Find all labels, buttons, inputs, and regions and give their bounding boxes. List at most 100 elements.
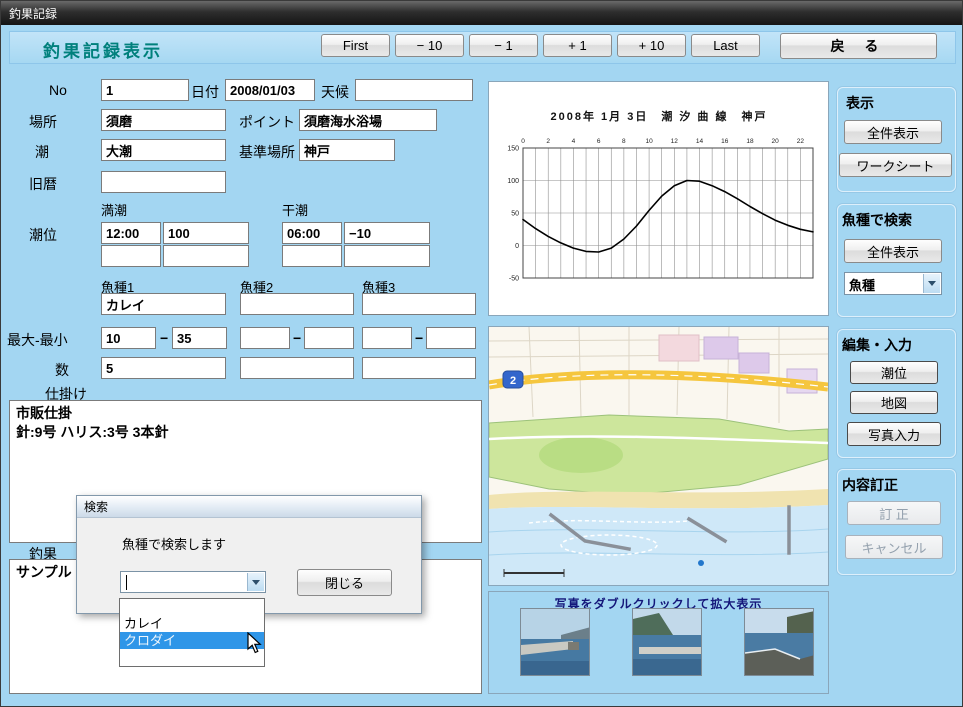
search-show-all-button[interactable]: 全件表示 (844, 239, 942, 263)
low-tide-label: 干潮 (282, 203, 309, 218)
tide-level-label: 潮位 (29, 227, 57, 243)
sidebar-species-dropdown-button[interactable] (923, 274, 940, 293)
cancel-button[interactable]: キャンセル (845, 535, 943, 559)
photo-thumbnail-1[interactable] (520, 608, 590, 676)
species2-input[interactable] (240, 293, 354, 315)
nav-first-button[interactable]: First (321, 34, 390, 57)
high-tide-time2-input[interactable] (101, 245, 161, 267)
search-dialog-message: 魚種で検索します (122, 537, 227, 552)
count1-input[interactable] (101, 357, 226, 379)
species-search-group-label: 魚種で検索 (842, 212, 912, 228)
route-2-shield-number: 2 (510, 375, 516, 387)
svg-text:10: 10 (645, 138, 653, 145)
max2-input[interactable] (304, 327, 354, 349)
high-tide-level-input[interactable] (163, 222, 249, 244)
nav-minus10-button[interactable]: − 10 (395, 34, 464, 57)
count2-input[interactable] (240, 357, 354, 379)
old-calendar-label: 旧暦 (29, 176, 57, 192)
svg-text:2: 2 (546, 138, 550, 145)
low-tide-level-input[interactable] (344, 222, 430, 244)
dropdown-option-kurodai[interactable]: クロダイ (120, 632, 264, 649)
max3-input[interactable] (426, 327, 476, 349)
tide-label: 潮 (35, 144, 49, 160)
species1-input[interactable] (101, 293, 226, 315)
search-dialog-title: 検索 (84, 500, 109, 514)
base-place-label: 基準場所 (239, 144, 295, 160)
nav-last-button[interactable]: Last (691, 34, 760, 57)
dropdown-option-blank[interactable] (120, 599, 264, 615)
tide-input[interactable] (101, 139, 226, 161)
no-label: No (49, 82, 67, 98)
minmax-dash3: − (415, 330, 424, 346)
dropdown-option-karei[interactable]: カレイ (120, 615, 264, 632)
page-title: 釣果記録表示 (43, 42, 163, 61)
edit-map-button[interactable]: 地図 (850, 391, 938, 414)
photo-thumbnail-3[interactable] (744, 608, 814, 676)
window-title: 釣果記録 (9, 6, 58, 21)
species-dropdown-list: カレイ クロダイ (119, 598, 265, 667)
svg-text:18: 18 (746, 138, 754, 145)
svg-text:50: 50 (511, 211, 519, 218)
display-group-label: 表示 (846, 95, 874, 111)
species3-input[interactable] (362, 293, 476, 315)
title-bar[interactable]: 釣果記録 (1, 1, 962, 25)
svg-text:100: 100 (507, 178, 519, 185)
svg-text:0: 0 (521, 138, 525, 145)
weather-label: 天候 (321, 84, 349, 100)
svg-text:14: 14 (696, 138, 704, 145)
search-dialog: 検索 魚種で検索します 閉じる (76, 495, 422, 614)
date-input[interactable] (225, 79, 315, 101)
svg-text:6: 6 (597, 138, 601, 145)
back-button[interactable]: 戻 る (780, 33, 937, 59)
svg-text:8: 8 (622, 138, 626, 145)
min3-input[interactable] (362, 327, 412, 349)
tide-chart-title: 2008年 1月 3日 潮 汐 曲 線 神戸 (551, 109, 768, 123)
photo2-image (633, 609, 701, 675)
place-input[interactable] (101, 109, 226, 131)
nav-plus10-button[interactable]: + 10 (617, 34, 686, 57)
count3-input[interactable] (362, 357, 476, 379)
base-place-input[interactable] (299, 139, 395, 161)
edit-group-label: 編集・入力 (842, 337, 912, 353)
dialog-species-dropdown-button[interactable] (247, 573, 264, 591)
photo-thumbnail-2[interactable] (632, 608, 702, 676)
photo3-image (745, 609, 813, 675)
low-tide-time-input[interactable] (282, 222, 342, 244)
mouse-cursor-icon (247, 631, 262, 659)
svg-text:16: 16 (721, 138, 729, 145)
map-marker-dot (698, 560, 704, 566)
max1-input[interactable] (172, 327, 227, 349)
correct-button[interactable]: 訂 正 (847, 501, 941, 525)
dialog-species-combobox[interactable] (120, 571, 266, 593)
chevron-down-icon (928, 281, 936, 286)
tide-chart-image: 2008年 1月 3日 潮 汐 曲 線 神戸 150 100 50 0 -50 0 2 4 6 8… (488, 81, 829, 316)
close-dialog-button[interactable]: 閉じる (297, 569, 392, 596)
old-calendar-input[interactable] (101, 171, 226, 193)
min2-input[interactable] (240, 327, 290, 349)
minmax-dash1: − (160, 330, 169, 346)
map-park-inner (539, 437, 623, 473)
low-tide-time2-input[interactable] (282, 245, 342, 267)
point-input[interactable] (299, 109, 437, 131)
no-input[interactable] (101, 79, 189, 101)
edit-photo-button[interactable]: 写真入力 (847, 422, 941, 446)
nav-plus1-button[interactable]: + 1 (543, 34, 612, 57)
show-all-button[interactable]: 全件表示 (844, 120, 942, 144)
weather-input[interactable] (355, 79, 473, 101)
worksheet-button[interactable]: ワークシート (839, 153, 952, 177)
sidebar-species-combobox[interactable]: 魚種 (844, 272, 942, 295)
map-district-purple2 (738, 352, 770, 374)
photos-panel: 写真をダブルクリックして拡大表示 (488, 591, 829, 694)
min1-input[interactable] (101, 327, 156, 349)
map-district-pink (658, 334, 700, 362)
low-tide-level2-input[interactable] (344, 245, 430, 267)
sidebar-species-combobox-value: 魚種 (849, 278, 876, 293)
high-tide-label: 満潮 (101, 203, 128, 218)
nav-minus1-button[interactable]: − 1 (469, 34, 538, 57)
high-tide-level2-input[interactable] (163, 245, 249, 267)
high-tide-time-input[interactable] (101, 222, 161, 244)
search-dialog-titlebar[interactable]: 検索 (77, 496, 421, 518)
edit-tide-level-button[interactable]: 潮位 (850, 361, 938, 384)
correction-group-label: 内容訂正 (842, 477, 898, 493)
minmax-label: 最大-最小 (7, 332, 68, 348)
